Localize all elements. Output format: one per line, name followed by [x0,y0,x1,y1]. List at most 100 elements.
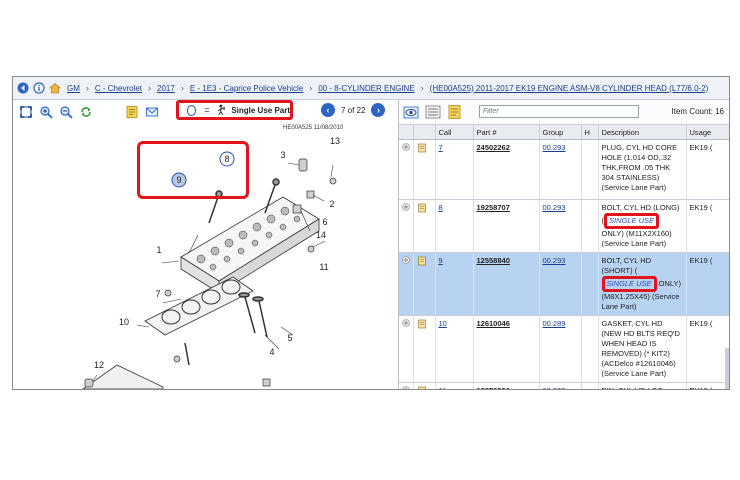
notes-cell[interactable] [413,139,436,200]
part-number-cell[interactable]: 19258707 [473,199,540,253]
table-header[interactable]: Part # [473,125,540,140]
notes-cell[interactable] [413,315,436,383]
table-header[interactable]: Description [598,125,687,140]
breadcrumb-item[interactable]: 00 - 8-CYLINDER ENGINE [318,84,414,93]
callout-label[interactable]: 14 [316,230,326,240]
callout-label[interactable]: 6 [322,217,327,227]
callout-label[interactable]: 10 [119,317,129,327]
table-header[interactable]: Usage [686,125,729,140]
zoom-out-icon[interactable] [59,105,73,119]
notes-cell[interactable] [413,382,436,390]
description-text: BOLT, CYL HD (SHORT) ( [601,256,652,275]
expand-icon[interactable] [402,143,410,151]
notes-cell[interactable] [413,199,436,253]
call-cell[interactable]: 8 [435,199,474,253]
note-scroll-icon[interactable] [417,386,427,390]
group-link[interactable]: 00.289 [543,319,566,328]
group-link[interactable]: 00.293 [543,256,566,265]
previous-page-button[interactable]: ‹ [321,103,335,117]
h-cell [581,139,599,200]
part-number-cell[interactable]: 12610046 [473,315,540,383]
print-list-icon[interactable] [447,104,463,120]
info-icon[interactable] [33,82,45,94]
part-number-link[interactable]: 19258707 [477,203,510,212]
list-view-icon[interactable] [425,104,441,120]
breadcrumb-item[interactable]: GM [67,84,80,93]
note-scroll-icon[interactable] [417,256,427,266]
note-scroll-icon[interactable] [417,203,427,213]
part-number-link[interactable]: 24502262 [477,143,510,152]
expand-icon[interactable] [402,256,410,264]
expand-cell[interactable] [399,315,414,383]
breadcrumb-item[interactable]: 2017 [157,84,175,93]
group-link[interactable]: 00.293 [543,143,566,152]
table-header[interactable]: H [581,125,599,140]
notes-cell[interactable] [413,252,436,316]
expand-cell[interactable] [399,382,414,390]
part-number-link[interactable]: 12570326 [477,386,510,389]
group-link[interactable]: 00.293 [543,203,566,212]
callout-label[interactable]: 4 [269,347,274,357]
part-number-link[interactable]: 12558840 [477,256,510,265]
call-link[interactable]: 10 [439,319,447,328]
table-row[interactable]: 8 19258707 00.293 BOLT, CYL HD (LONG) (SING… [399,199,729,253]
call-link[interactable]: 11 [439,386,447,389]
callout-label[interactable]: 13 [330,136,340,146]
breadcrumb-item[interactable]: E - 1E3 - Caprice Police Vehicle [190,84,303,93]
part-number-cell[interactable]: 12570326 [473,382,540,389]
call-cell[interactable]: 7 [435,139,474,200]
expand-cell[interactable] [399,139,414,200]
fit-to-window-icon[interactable] [19,105,33,119]
table-header[interactable]: Group [539,125,582,140]
expand-cell[interactable] [399,199,414,253]
expand-icon[interactable] [402,386,410,390]
callout-label[interactable]: 1 [156,245,161,255]
note-scroll-icon[interactable] [417,319,427,329]
note-scroll-icon[interactable] [417,143,427,153]
breadcrumb-item[interactable]: (HE00A525) 2011-2017 EK19 ENGINE ASM-V8 … [430,84,709,93]
breadcrumb-item[interactable]: C - Chevrolet [95,84,142,93]
table-row[interactable]: 7 24502262 00.293 PLUG, CYL HD CORE HOLE (1… [399,139,729,200]
table-row[interactable]: 11 12570326 00.293 PIN, CYL HD LOC (Service… [399,382,729,390]
call-cell[interactable]: 10 [435,315,474,383]
expand-icon[interactable] [402,319,410,327]
back-arrow-icon[interactable] [17,82,29,94]
notes-icon[interactable] [125,105,139,119]
home-icon[interactable] [49,82,61,94]
table-row[interactable]: 9 12558840 00.293 BOLT, CYL HD (SHORT) (SIN… [399,252,729,316]
call-cell[interactable]: 9 [435,252,474,316]
callout-label[interactable]: 11 [319,262,328,272]
refresh-icon[interactable] [79,105,93,119]
callout-label[interactable]: 7 [155,289,160,299]
part-number-cell[interactable]: 24502262 [473,139,540,200]
group-cell[interactable]: 00.293 [539,139,582,200]
filter-input[interactable] [479,105,639,118]
callout-label[interactable]: 5 [287,333,292,343]
group-cell[interactable]: 00.293 [539,252,582,316]
breadcrumb: GM › C - Chevrolet › 2017 › E - 1E3 - Capri… [67,83,708,93]
expand-icon[interactable] [402,203,410,211]
call-link[interactable]: 9 [439,256,443,265]
view-eye-icon[interactable] [403,104,419,120]
group-cell[interactable]: 00.293 [539,199,582,253]
call-cell[interactable]: 11 [435,382,474,389]
expand-cell[interactable] [399,252,414,316]
table-header[interactable]: Call [435,125,474,140]
call-link[interactable]: 7 [439,143,443,152]
group-cell[interactable]: 00.293 [539,382,582,389]
exploded-parts-diagram[interactable]: HE00A525 11/08/2010 8 9 3 13 2 6 14 1 7 … [13,125,397,389]
table-row[interactable]: 10 12610046 00.289 GASKET, CYL HD (NEW HD B… [399,315,729,383]
group-cell[interactable]: 00.289 [539,315,582,383]
zoom-in-icon[interactable] [39,105,53,119]
part-number-link[interactable]: 12610046 [477,319,510,328]
call-link[interactable]: 8 [439,203,443,212]
callout-label[interactable]: 12 [94,360,104,370]
callout-label[interactable]: 3 [280,150,285,160]
next-page-button[interactable]: › [371,103,386,117]
part-number-cell[interactable]: 12558840 [473,252,540,316]
vertical-scrollbar[interactable] [725,348,729,389]
group-link[interactable]: 00.293 [543,386,566,389]
description-cell: PLUG, CYL HD CORE HOLE (1.014 OD,.32 THK… [598,139,687,200]
email-icon[interactable] [145,105,159,119]
callout-label[interactable]: 2 [329,199,334,209]
